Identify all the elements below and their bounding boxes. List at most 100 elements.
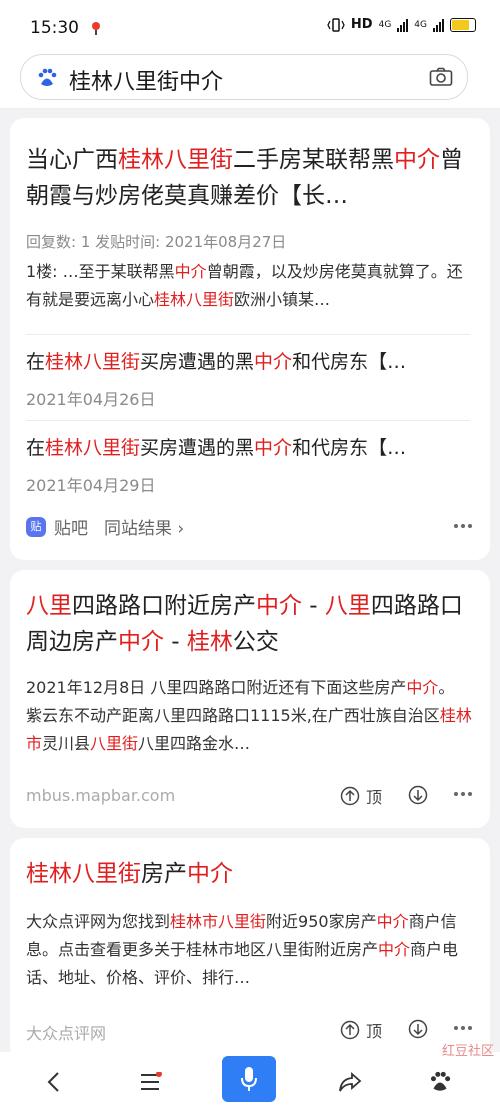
downvote-icon[interactable] [408,785,428,805]
text-segment: 1楼: …至于某联帮黑 [26,262,175,281]
text-segment: 四路路口附近房产 [72,593,256,619]
highlighted-keyword: 中介 [254,351,293,373]
highlighted-keyword: 桂林八里街 [45,437,141,459]
text-segment: 灵川县 [42,734,91,753]
hd-indicator: HD [350,17,373,32]
paw-home-icon [430,1071,451,1091]
bottom-nav [0,1052,500,1110]
menu-button[interactable] [130,1062,170,1102]
more-icon[interactable] [454,524,472,530]
text-segment: 二手房某联帮黑 [233,147,394,173]
divider [26,420,470,421]
highlighted-keyword: 中介 [378,940,411,959]
text-segment: 和代房东【… [292,351,407,373]
search-header: 桂林八里街中介 [0,50,500,109]
same-site-results-link[interactable]: 同站结果 › [104,514,184,539]
result-title-3[interactable]: 桂林八里街房产中介 [26,856,233,892]
sub-result-date-1: 2021年04月26日 [26,390,156,409]
voice-search-button[interactable] [222,1056,276,1102]
signal-icon-2 [433,18,444,32]
result-source-2: mbus.mapbar.com [26,786,176,805]
text-segment: 房产 [141,861,187,887]
highlighted-keyword: 桂林八里街 [154,290,235,309]
back-button[interactable] [34,1062,74,1102]
highlighted-keyword: 八里 [324,593,371,619]
result-snippet-3: 大众点评网为您找到桂林市八里街附近950家房产中介商户信息。点击查看更多关于桂林… [26,908,474,992]
divider [26,334,470,335]
highlighted-keyword: 中介 [394,147,440,173]
text-segment: 当心广西 [26,147,118,173]
result-meta: 回复数: 1 发贴时间: 2021年08月27日 [26,233,287,251]
network-type-1: 4G [378,19,392,30]
vibrate-icon [327,17,345,32]
status-bar: 15:30 HD 4G 4G [0,0,500,50]
highlighted-keyword: 中介 [256,593,302,619]
highlighted-keyword: 中介 [376,912,409,931]
tieba-source[interactable]: 贴 贴吧 同站结果 › [26,514,184,539]
text-segment: 2021年12月8日 八里四路路口附近还有下面这些房产 [26,678,407,697]
more-icon[interactable] [454,1026,472,1032]
text-segment: - [302,593,325,619]
downvote-icon[interactable] [408,1019,428,1039]
highlighted-keyword: 桂林市八里街 [170,912,267,931]
up-arrow-icon [340,1020,360,1040]
upvote-label: 顶 [366,788,383,807]
more-icon[interactable] [454,792,472,798]
result-card-dianping: 桂林八里街房产中介 大众点评网为您找到桂林市八里街附近950家房产中介商户信息。… [10,838,490,1062]
share-icon [339,1072,362,1092]
home-button[interactable] [420,1062,460,1102]
result-source-3: 大众点评网 [26,1024,107,1043]
text-segment: 八里四路金水… [138,734,251,753]
result-title-2[interactable]: 八里四路路口附近房产中介 - 八里四路路口周边房产中介 - 桂林公交 [26,588,476,660]
battery-icon [450,17,476,32]
text-segment: 在 [26,351,46,373]
back-arrow-icon [47,1072,59,1092]
share-button[interactable] [330,1062,370,1102]
result-card-mapbar: 八里四路路口附近房产中介 - 八里四路路口周边房产中介 - 桂林公交 2021年… [10,570,490,828]
watermark: 红豆社区 [441,1044,494,1059]
signal-icon [397,18,409,32]
source-label: 贴吧 [54,519,88,539]
text-segment: 和代房东【… [292,437,407,459]
status-icons: HD 4G 4G [327,17,476,32]
search-query: 桂林八里街中介 [69,70,224,95]
highlighted-keyword: 中介 [254,437,293,459]
microphone-icon [241,1067,257,1091]
network-type-2: 4G [414,19,427,30]
text-segment: - [164,629,187,655]
baidu-paw-icon [38,68,57,86]
upvote-button-3[interactable]: 顶 [340,1018,382,1042]
camera-icon[interactable] [429,67,453,87]
sub-result-title-1[interactable]: 在桂林八里街买房遭遇的黑中介和代房东【… [26,344,406,380]
highlighted-keyword: 中介 [118,629,164,655]
text-segment: 附近950家房产 [266,912,377,931]
text-segment: 买房遭遇的黑 [140,351,255,373]
upvote-button[interactable]: 顶 [340,784,382,808]
text-segment: 买房遭遇的黑 [140,437,255,459]
search-input[interactable]: 桂林八里街中介 [20,54,468,100]
result-card-tieba: 当心广西桂林八里街二手房某联帮黑中介曾朝霞与炒房佬莫真赚差价【长… 回复数: 1… [10,118,490,560]
text-segment: 大众点评网为您找到 [26,912,171,931]
status-time: 15:30 [30,18,79,38]
highlighted-keyword: 桂林八里街 [118,147,233,173]
highlighted-keyword: 中介 [174,262,207,281]
tieba-icon: 贴 [26,516,46,537]
highlighted-keyword: 桂林 [186,629,233,655]
highlighted-keyword: 桂林八里街 [45,351,141,373]
highlighted-keyword: 中介 [406,678,439,697]
result-title-1[interactable]: 当心广西桂林八里街二手房某联帮黑中介曾朝霞与炒房佬莫真赚差价【长… [26,142,471,214]
sub-result-title-2[interactable]: 在桂林八里街买房遭遇的黑中介和代房东【… [26,430,406,466]
result-snippet-1: 1楼: …至于某联帮黑中介曾朝霞，以及炒房佬莫真就算了。还有就是要远离小心桂林八… [26,258,474,314]
up-arrow-icon [340,786,360,806]
highlighted-keyword: 中介 [187,861,233,887]
result-snippet-2: 2021年12月8日 八里四路路口附近还有下面这些房产中介。 紫云东不动产距离八… [26,674,474,758]
highlighted-keyword: 八里街 [90,734,139,753]
highlighted-keyword: 八里 [26,593,72,619]
menu-icon [141,1072,162,1090]
highlighted-keyword: 桂林八里街 [26,861,141,887]
upvote-label: 顶 [366,1022,383,1041]
text-segment: 欧洲小镇某… [234,290,331,309]
location-icon [92,22,100,35]
text-segment: 在 [26,437,46,459]
sub-result-date-2: 2021年04月29日 [26,476,156,495]
